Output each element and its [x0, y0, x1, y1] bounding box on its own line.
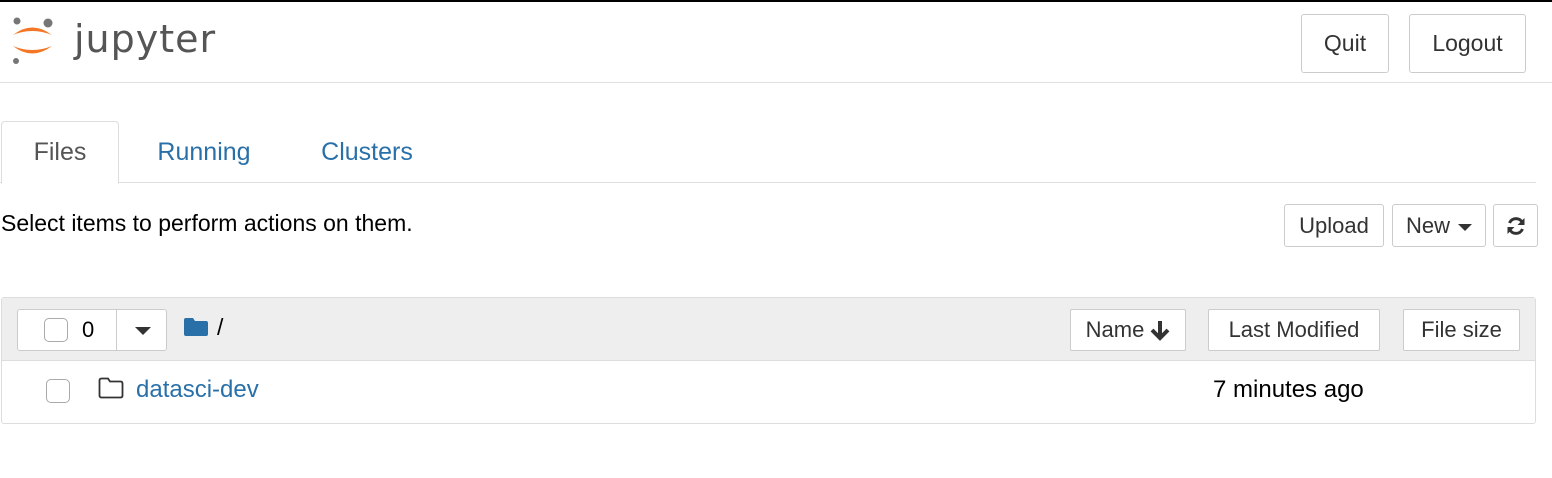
header: jupyter Quit Logout [0, 2, 1552, 83]
tab-running[interactable]: Running [140, 121, 268, 183]
folder-icon[interactable] [183, 317, 209, 337]
tab-clusters[interactable]: Clusters [302, 121, 432, 183]
sort-name-label: Name [1085, 317, 1145, 342]
sort-by-size-button[interactable]: File size [1403, 309, 1520, 351]
jupyter-logo-icon [13, 17, 53, 64]
upload-button[interactable]: Upload [1284, 204, 1384, 247]
new-button-label: New [1405, 212, 1450, 238]
folder-outline-icon [98, 377, 124, 399]
caret-down-icon [1458, 223, 1472, 231]
logo-text: jupyter [74, 17, 217, 61]
tab-files[interactable]: Files [1, 121, 119, 184]
select-all-checkbox[interactable] [44, 318, 68, 342]
arrow-down-icon [1150, 321, 1170, 341]
jupyter-logo[interactable]: jupyter [8, 14, 228, 64]
selection-menu-caret-icon[interactable] [135, 327, 151, 335]
sort-by-modified-button[interactable]: Last Modified [1208, 309, 1380, 351]
refresh-button[interactable] [1493, 204, 1538, 247]
select-all-group: 0 [17, 309, 167, 351]
quit-button[interactable]: Quit [1301, 14, 1389, 73]
selection-hint: Select items to perform actions on them. [1, 210, 413, 236]
sort-by-name-button[interactable]: Name [1070, 309, 1186, 351]
new-dropdown-button[interactable]: New [1392, 204, 1486, 247]
file-list: 0 / Name Last Modified File size datasci… [1, 297, 1536, 424]
item-checkbox[interactable] [46, 379, 70, 403]
file-list-header: 0 / Name Last Modified File size [2, 298, 1535, 361]
item-name-link[interactable]: datasci-dev [136, 376, 259, 404]
logout-button[interactable]: Logout [1409, 14, 1526, 73]
tab-bar: Files Running Clusters [0, 121, 1536, 184]
refresh-icon [1507, 216, 1524, 235]
divider [116, 310, 117, 350]
selected-count: 0 [82, 317, 95, 342]
item-modified: 7 minutes ago [1213, 376, 1364, 403]
current-path[interactable]: / [217, 314, 223, 341]
list-item[interactable]: datasci-dev 7 minutes ago [2, 362, 1535, 423]
